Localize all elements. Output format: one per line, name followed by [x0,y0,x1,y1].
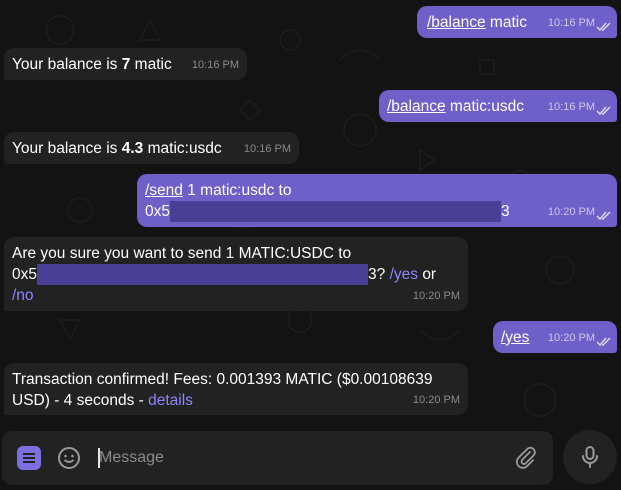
message-text: Transaction confirmed! Fees: 0.001393 MA… [12,371,433,388]
yes-command-link[interactable]: /yes [390,266,418,283]
no-command-link[interactable]: /no [12,287,34,304]
microphone-icon [582,446,598,468]
outgoing-message[interactable]: /balance matic 10:16 PM [417,6,617,38]
incoming-message[interactable]: Your balance is 4.3 matic:usdc 10:16 PM [4,132,299,164]
message-list[interactable]: /balance matic 10:16 PM Your balance is … [0,0,621,430]
menu-icon[interactable] [17,446,41,470]
message-text: or [422,266,437,283]
incoming-message[interactable]: Are you sure you want to send 1 MATIC:US… [4,237,468,311]
message-text: USD) - 4 seconds - [12,392,149,409]
message-composer: Message [2,431,553,485]
command-link[interactable]: /balance [387,98,446,115]
microphone-button[interactable] [563,430,617,484]
message-text: Your balance is [12,56,122,73]
message-text: Your balance is [12,140,122,157]
double-check-icon [596,106,611,116]
message-time: 10:20 PM [547,206,595,218]
message-time: 10:16 PM [191,59,239,71]
message-time: 10:20 PM [412,290,460,302]
redacted-address [170,201,501,222]
incoming-message[interactable]: Transaction confirmed! Fees: 0.001393 MA… [4,363,468,415]
message-time: 10:20 PM [547,332,595,344]
message-text: Are you sure you want to send 1 MATIC:US… [12,245,352,262]
message-time: 10:16 PM [547,101,595,113]
double-check-icon [596,337,611,347]
address-end: 3? [368,266,386,283]
command-link[interactable]: /yes [501,329,529,346]
message-text: matic:usdc [143,140,222,157]
command-link[interactable]: /send [145,182,183,199]
address-start: 0x5 [12,266,37,283]
address-end: 3 [501,203,510,220]
outgoing-message[interactable]: /send 1 matic:usdc to 0x5 3 10:20 PM [137,174,617,227]
outgoing-message[interactable]: /yes 10:20 PM [493,321,617,353]
message-text: matic:usdc [445,98,524,115]
message-text: matic [485,14,527,31]
details-link[interactable]: details [148,392,193,409]
emoji-icon[interactable] [57,446,81,470]
double-check-icon [596,211,611,221]
paperclip-icon[interactable] [514,446,538,470]
message-time: 10:16 PM [243,143,291,155]
incoming-message[interactable]: Your balance is 7 matic 10:16 PM [4,48,247,80]
balance-value: 4.3 [121,140,144,157]
message-time: 10:20 PM [412,394,460,406]
redacted-address [37,264,368,285]
double-check-icon [596,22,611,32]
message-text: matic [130,56,172,73]
message-time: 10:16 PM [547,17,595,29]
message-input[interactable]: Message [99,449,164,467]
message-text: 1 matic:usdc to [182,182,292,199]
outgoing-message[interactable]: /balance matic:usdc 10:16 PM [379,90,617,122]
command-link[interactable]: /balance [427,14,486,31]
address-start: 0x5 [145,203,170,220]
